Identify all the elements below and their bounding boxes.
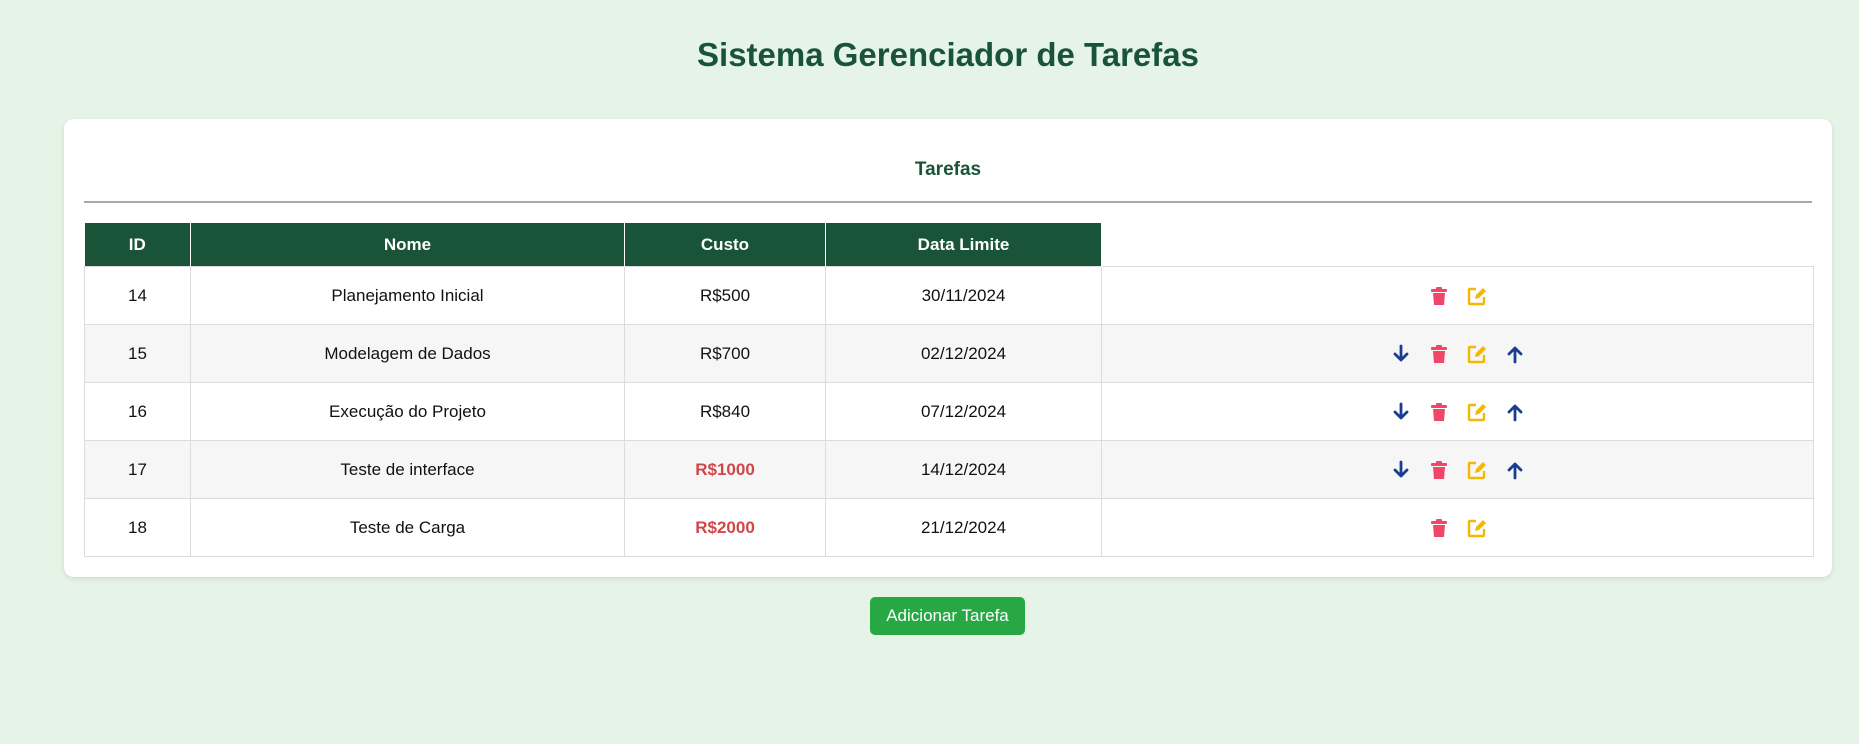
trash-icon[interactable]: [1428, 343, 1450, 365]
cell-custo: R$1000: [624, 440, 826, 499]
table-row: 17 Teste de interface R$1000 14/12/2024: [84, 440, 1814, 499]
arrow-up-icon[interactable]: [1504, 401, 1526, 423]
cell-id: 16: [84, 382, 191, 441]
table-row: 18 Teste de Carga R$2000 21/12/2024: [84, 498, 1814, 557]
cell-custo: R$2000: [624, 498, 826, 557]
cell-data-limite: 02/12/2024: [825, 324, 1102, 383]
arrow-up-icon[interactable]: [1504, 459, 1526, 481]
cell-custo: R$840: [624, 382, 826, 441]
edit-icon[interactable]: [1466, 401, 1488, 423]
cell-custo: R$700: [624, 324, 826, 383]
table-row: 16 Execução do Projeto R$840 07/12/2024: [84, 382, 1814, 441]
page-title: Sistema Gerenciador de Tarefas: [697, 36, 1199, 73]
header-id: ID: [84, 223, 191, 267]
cell-actions: [1101, 266, 1814, 325]
cell-data-limite: 21/12/2024: [825, 498, 1102, 557]
table-row: 14 Planejamento Inicial R$500 30/11/2024: [84, 266, 1814, 325]
header-data-limite: Data Limite: [825, 223, 1102, 267]
tasks-table: ID Nome Custo Data Limite 14 Planejamento…: [84, 223, 1814, 557]
arrow-up-icon[interactable]: [1504, 343, 1526, 365]
edit-icon[interactable]: [1466, 285, 1488, 307]
add-task-button[interactable]: Adicionar Tarefa: [870, 597, 1025, 635]
trash-icon[interactable]: [1428, 517, 1450, 539]
cell-data-limite: 07/12/2024: [825, 382, 1102, 441]
arrow-down-icon[interactable]: [1390, 459, 1412, 481]
cell-custo: R$500: [624, 266, 826, 325]
cell-nome: Planejamento Inicial: [190, 266, 625, 325]
header-nome: Nome: [190, 223, 625, 267]
cell-actions: [1101, 440, 1814, 499]
divider: [84, 201, 1812, 203]
cell-id: 15: [84, 324, 191, 383]
cell-actions: [1101, 324, 1814, 383]
cell-nome: Teste de interface: [190, 440, 625, 499]
arrow-down-icon[interactable]: [1390, 401, 1412, 423]
cell-nome: Teste de Carga: [190, 498, 625, 557]
header-custo: Custo: [624, 223, 826, 267]
trash-icon[interactable]: [1428, 285, 1450, 307]
edit-icon[interactable]: [1466, 459, 1488, 481]
trash-icon[interactable]: [1428, 401, 1450, 423]
tasks-card: Tarefas ID Nome Custo Data Limite 14 Plan…: [64, 119, 1832, 577]
cell-data-limite: 30/11/2024: [825, 266, 1102, 325]
cell-actions: [1101, 498, 1814, 557]
cell-nome: Execução do Projeto: [190, 382, 625, 441]
card-title: Tarefas: [914, 159, 982, 180]
trash-icon[interactable]: [1428, 459, 1450, 481]
arrow-down-icon[interactable]: [1390, 343, 1412, 365]
header-actions: [1101, 223, 1814, 267]
cell-id: 14: [84, 266, 191, 325]
cell-actions: [1101, 382, 1814, 441]
cell-data-limite: 14/12/2024: [825, 440, 1102, 499]
edit-icon[interactable]: [1466, 343, 1488, 365]
table-header-row: ID Nome Custo Data Limite: [84, 223, 1814, 267]
cell-id: 18: [84, 498, 191, 557]
cell-id: 17: [84, 440, 191, 499]
cell-nome: Modelagem de Dados: [190, 324, 625, 383]
edit-icon[interactable]: [1466, 517, 1488, 539]
table-row: 15 Modelagem de Dados R$700 02/12/2024: [84, 324, 1814, 383]
